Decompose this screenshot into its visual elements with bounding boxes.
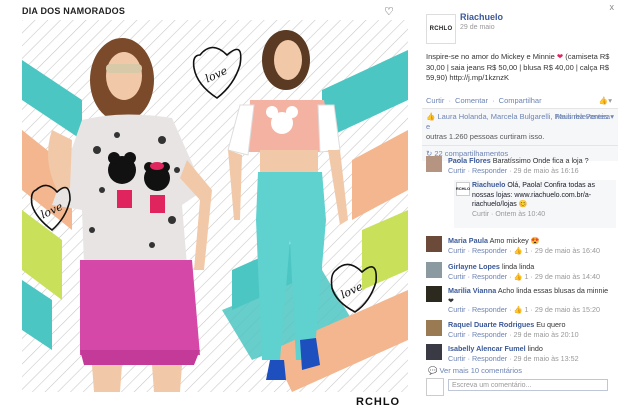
comment-time: · 29 de maio às 20:10 [507,329,579,339]
comment-actions[interactable]: Curtir · Responder [448,166,507,175]
post-side-panel: x RCHLO Riachuelo 29 de maio Inspire-se … [418,0,620,412]
facebook-photo-viewer: DIA DOS NAMORADOS ♡ love love love RCHLO… [0,0,620,412]
photo-background-artwork: love love love [22,20,408,392]
comment-action[interactable]: Comentar [455,96,488,105]
share-action[interactable]: Compartilhar [499,96,542,105]
reply-actions[interactable]: Curtir · Ontem às 10:40 [472,211,545,218]
comment-item: Maria Paula Amo mickey 😍 Curtir · Respon… [426,236,616,256]
close-icon[interactable]: x [610,2,615,12]
comment-author[interactable]: Girlayne Lopes [448,262,500,271]
post-text-part-1: Inspire-se no amor do Mickey e Minnie [426,52,555,61]
post-photo[interactable]: DIA DOS NAMORADOS ♡ love love love RCHLO [0,0,410,412]
comment-text: lindo [527,344,543,353]
thumbs-up-icon: 👍 [426,112,438,121]
comment-author[interactable]: Paola Flores [448,156,491,165]
comment-author[interactable]: Marilia Vianna [448,286,496,295]
comment-actions[interactable]: Curtir · Responder [448,272,507,281]
avatar[interactable] [426,262,442,278]
like-action[interactable]: Curtir [426,96,444,105]
comment-text: linda linda [501,262,535,271]
comment-time: · 👍 1 · 29 de maio às 16:40 [507,245,600,255]
avatar[interactable] [426,236,442,252]
comment-item: Paola Flores Baratíssimo Onde fica a loj… [426,156,616,176]
comment-time: · 29 de maio às 16:16 [507,165,579,175]
smile-emoji-icon: 😊 [518,201,528,208]
post-text: Inspire-se no amor do Mickey e Minnie ❤ … [426,52,612,84]
avatar[interactable] [426,344,442,360]
page-reply: RCHLO Riachuelo Olá, Paola! Confira toda… [454,180,616,228]
more-comments-link[interactable]: 💬 Ver mais 10 comentários [428,366,522,375]
comment-bubble-icon: 💬 [428,366,440,375]
comment-composer: Escreva um comentário... [426,378,616,396]
comment-text: Baratíssimo Onde fica a loja ? [492,156,589,165]
avatar [426,378,444,396]
comment-author[interactable]: Raquel Duarte Rodrigues [448,320,534,329]
avatar[interactable] [426,156,442,172]
action-separator: · [492,96,495,105]
sort-dropdown[interactable]: Mais relevantes ▾ [556,112,614,122]
comment-item: Raquel Duarte Rodrigues Eu quero Curtir … [426,320,616,340]
action-separator: · [448,96,451,105]
likes-row[interactable]: 👍 Laura Holanda, Marcela Bulgarelli, Pau… [422,109,618,145]
photo-frame: love love love [22,20,408,392]
page-avatar[interactable]: RCHLO [426,14,456,44]
likes-summary: 👍 Laura Holanda, Marcela Bulgarelli, Pau… [422,108,618,161]
comment-time: · 👍 1 · 29 de maio às 14:40 [507,271,600,281]
comment-item: Girlayne Lopes linda linda Curtir · Resp… [426,262,616,282]
comment-item: Marilia Vianna Acho linda essas blusas d… [426,286,616,314]
thumbs-up-icon: 👍▾ [598,96,612,105]
avatar[interactable] [426,286,442,302]
comment-actions[interactable]: Curtir · Responder [448,246,507,255]
comment-time: · 👍 1 · 29 de maio às 15:20 [507,305,600,314]
comment-actions[interactable]: Curtir · Responder [448,305,507,314]
avatar[interactable] [426,320,442,336]
comment-author[interactable]: Maria Paula [448,236,488,245]
likes-line-2[interactable]: outras 1.260 pessoas curtiram isso. [426,132,544,141]
comment-time: · 29 de maio às 13:52 [507,353,579,363]
comment-item: Isabelly Alencar Fumel lindo Curtir · Re… [426,344,616,364]
comment-actions[interactable]: Curtir · Responder [448,354,507,363]
page-avatar[interactable]: RCHLO [456,182,470,196]
comment-text: Amo mickey 😍 [489,236,540,245]
more-comments-label[interactable]: Ver mais 10 comentários [439,366,522,375]
photo-brand-logo: RCHLO [356,396,401,408]
comment-input[interactable]: Escreva um comentário... [448,379,608,391]
comment-author[interactable]: Isabelly Alencar Fumel [448,344,526,353]
comment-actions[interactable]: Curtir · Responder [448,330,507,339]
comment-text: Eu quero [536,320,566,329]
page-name-link[interactable]: Riachuelo [460,12,503,22]
photo-caption: DIA DOS NAMORADOS [22,6,126,16]
post-date[interactable]: 29 de maio [460,24,495,31]
post-actions: Curtir · Comentar · Compartilhar 👍▾ [426,96,616,105]
heart-emoji-icon: ❤ [556,52,564,61]
reply-author[interactable]: Riachuelo [472,182,505,189]
heart-outline-icon: ♡ [384,6,394,18]
